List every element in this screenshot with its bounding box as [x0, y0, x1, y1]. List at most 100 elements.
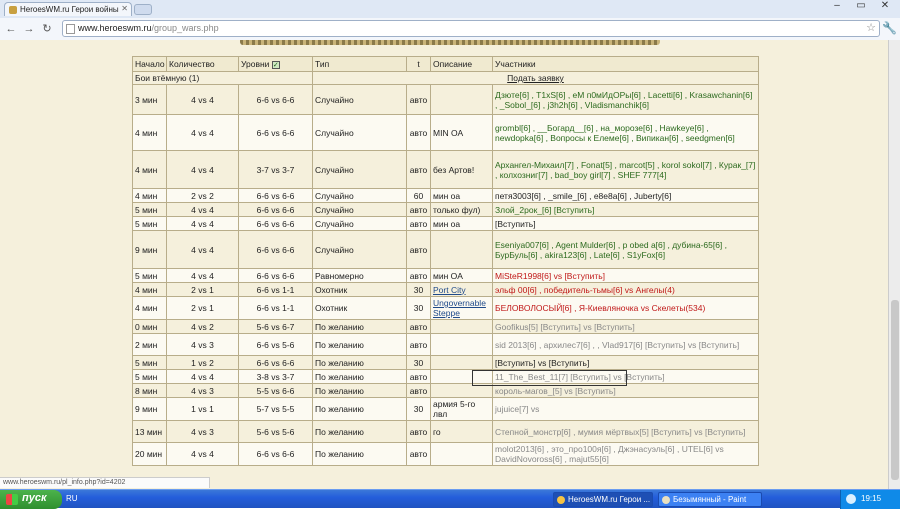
- cell-t: 30: [406, 296, 431, 320]
- cell-count: 2 vs 1: [166, 296, 239, 320]
- cell-desc: [430, 355, 493, 370]
- cell-count: 4 vs 3: [166, 333, 239, 356]
- address-bar[interactable]: www.heroeswm.ru/group_wars.php ☆: [62, 20, 880, 37]
- cell-levels: 6-6 vs 6-6: [238, 202, 313, 217]
- cell-participants[interactable]: Степной_монстр[6] , мумия мёртвых[5] [Вс…: [492, 420, 759, 443]
- forward-icon[interactable]: →: [22, 22, 36, 36]
- cell-participants[interactable]: sid 2013[6] , архилес7[6] , , Vlad917[6]…: [492, 333, 759, 356]
- cell-desc: армия 5-го лвл: [430, 397, 493, 421]
- cell-start: 4 мин: [132, 296, 167, 320]
- new-tab-button[interactable]: [134, 4, 152, 15]
- cell-type: Случайно: [312, 188, 407, 203]
- maximize-icon[interactable]: ▭: [852, 0, 870, 11]
- cell-t: авто: [406, 114, 431, 151]
- table-row: 5 мин 4 vs 4 3-8 vs 3-7 По желанию авто 11_Th…: [132, 369, 759, 384]
- col-t: t: [406, 56, 431, 72]
- col-type: Тип: [312, 56, 407, 72]
- cell-start: 2 мин: [132, 333, 167, 356]
- taskbar: пуск RU HeroesWM.ru Герои ... Безымянный…: [0, 489, 900, 509]
- tab-title: HeroesWM.ru Герои войны: [20, 5, 119, 14]
- back-icon[interactable]: ←: [4, 22, 18, 36]
- table-row: 2 мин 4 vs 3 6-6 vs 5-6 По желанию авто sid 2…: [132, 333, 759, 356]
- cell-start: 4 мин: [132, 282, 167, 297]
- cell-count: 2 vs 2: [166, 188, 239, 203]
- cell-participants[interactable]: петя3003[6] , _smile_[6] , e8e8a[6] , Ju…: [492, 188, 759, 203]
- section-row: Бои втёмную (1) Подать заявку: [132, 71, 759, 85]
- wrench-icon[interactable]: 🔧: [882, 21, 897, 35]
- cell-participants[interactable]: Eseniya007[6] , Agent Mulder[6] , p obed…: [492, 230, 759, 269]
- cell-participants[interactable]: [Вступить]: [492, 216, 759, 231]
- table-row: 4 мин 2 vs 1 6-6 vs 1-1 Охотник 30 Ungovernab…: [132, 296, 759, 320]
- table-row: 9 мин 4 vs 4 6-6 vs 6-6 Случайно авто Eseniya…: [132, 230, 759, 269]
- cell-participants[interactable]: jujuice[7] vs: [492, 397, 759, 421]
- start-button[interactable]: пуск: [0, 490, 62, 509]
- taskbar-paint-button[interactable]: Безымянный - Paint: [658, 492, 762, 507]
- cell-t: 60: [406, 188, 431, 203]
- cell-count: 1 vs 2: [166, 355, 239, 370]
- table-row: 5 мин 4 vs 4 6-6 vs 6-6 Случайно авто мин оа[…: [132, 216, 759, 231]
- browser-chrome: HeroesWM.ru Герои войны ✕ – ▭ ✕ ← → ↻ www.h…: [0, 0, 900, 40]
- page-icon: [66, 24, 75, 34]
- window-controls: – ▭ ✕: [828, 0, 898, 11]
- cell-levels: 5-6 vs 6-7: [238, 319, 313, 334]
- table-row: 5 мин 1 vs 2 6-6 vs 6-6 По желанию 30 [Вступи…: [132, 355, 759, 370]
- language-indicator[interactable]: RU: [66, 494, 78, 503]
- cell-type: Случайно: [312, 114, 407, 151]
- browser-tab[interactable]: HeroesWM.ru Герои войны ✕: [4, 2, 132, 16]
- table-header-row: Начало Количество Уровни ✓ Тип t Описани…: [132, 56, 759, 72]
- cell-count: 4 vs 4: [166, 150, 239, 189]
- table-body: 3 мин 4 vs 4 6-6 vs 6-6 Случайно авто Дзюте[6…: [132, 84, 759, 466]
- cell-participants[interactable]: БЕЛОВОЛОСЫЙ[6] , Я-Киевляночка vs Скелет…: [492, 296, 759, 320]
- cell-desc: [430, 230, 493, 269]
- cell-participants[interactable]: Дзюте[6] , T1xS[6] , eM п0мИдОРы[6] , La…: [492, 84, 759, 115]
- cell-participants[interactable]: molot2013[6] , это_про100я[6] , Джэнасуэ…: [492, 442, 759, 466]
- cell-participants[interactable]: [Вступить] vs [Вступить]: [492, 355, 759, 370]
- cell-start: 5 мин: [132, 216, 167, 231]
- cell-participants[interactable]: Архангел-Михаил[7] , Fonat[5] , marcot[5…: [492, 150, 759, 189]
- cell-levels: 6-6 vs 6-6: [238, 442, 313, 466]
- cell-t: авто: [406, 268, 431, 283]
- cell-type: По желанию: [312, 442, 407, 466]
- minimize-icon[interactable]: –: [828, 0, 846, 11]
- tab-close-icon[interactable]: ✕: [121, 4, 128, 13]
- scrollbar-thumb[interactable]: [891, 300, 899, 480]
- taskbar-browser-button[interactable]: HeroesWM.ru Герои ...: [553, 492, 653, 507]
- status-bar: www.heroeswm.ru/pl_info.php?id=4202: [0, 477, 210, 488]
- cell-desc: только фул): [430, 202, 493, 217]
- col-desc: Описание: [430, 56, 493, 72]
- url-path: /group_wars.php: [151, 23, 219, 33]
- cell-type: Случайно: [312, 230, 407, 269]
- apply-link[interactable]: Подать заявку: [507, 73, 564, 83]
- cell-participants[interactable]: grombl[6] , __Богард__[6] , на_морозе[6]…: [492, 114, 759, 151]
- apply-cell: Подать заявку: [312, 71, 759, 85]
- cell-count: 2 vs 1: [166, 282, 239, 297]
- cell-desc: мин оа: [430, 216, 493, 231]
- header-ornament: [240, 40, 660, 45]
- table-row: 20 мин 4 vs 4 6-6 vs 6-6 По желанию авто molo…: [132, 442, 759, 466]
- cell-type: По желанию: [312, 355, 407, 370]
- cell-count: 1 vs 1: [166, 397, 239, 421]
- cell-start: 8 мин: [132, 383, 167, 398]
- tray-network-icon[interactable]: [846, 494, 856, 504]
- section-label: Бои втёмную (1): [132, 71, 313, 85]
- cell-start: 5 мин: [132, 268, 167, 283]
- cell-type: Случайно: [312, 84, 407, 115]
- cell-participants[interactable]: Goofikus[5] [Вступить] vs [Вступить]: [492, 319, 759, 334]
- cell-type: По желанию: [312, 420, 407, 443]
- cell-desc: [430, 333, 493, 356]
- vertical-scrollbar[interactable]: [888, 40, 900, 489]
- reload-icon[interactable]: ↻: [40, 22, 54, 36]
- cell-participants[interactable]: MiSteR1998[6] vs [Вступить]: [492, 268, 759, 283]
- cell-levels: 5-6 vs 5-6: [238, 420, 313, 443]
- cell-levels: 5-7 vs 5-5: [238, 397, 313, 421]
- cell-count: 4 vs 2: [166, 319, 239, 334]
- cell-desc: [430, 319, 493, 334]
- close-window-icon[interactable]: ✕: [876, 0, 894, 11]
- levels-checkbox-icon[interactable]: ✓: [271, 61, 280, 69]
- cell-participants[interactable]: эльф 00[6] , победитель-тьмы[6] vs Ангел…: [492, 282, 759, 297]
- cell-levels: 6-6 vs 6-6: [238, 188, 313, 203]
- cell-levels: 6-6 vs 6-6: [238, 114, 313, 151]
- bookmark-star-icon[interactable]: ☆: [866, 21, 876, 36]
- cell-desc: Port City: [430, 282, 493, 297]
- cell-participants[interactable]: Злой_2рок_[6] [Вступить]: [492, 202, 759, 217]
